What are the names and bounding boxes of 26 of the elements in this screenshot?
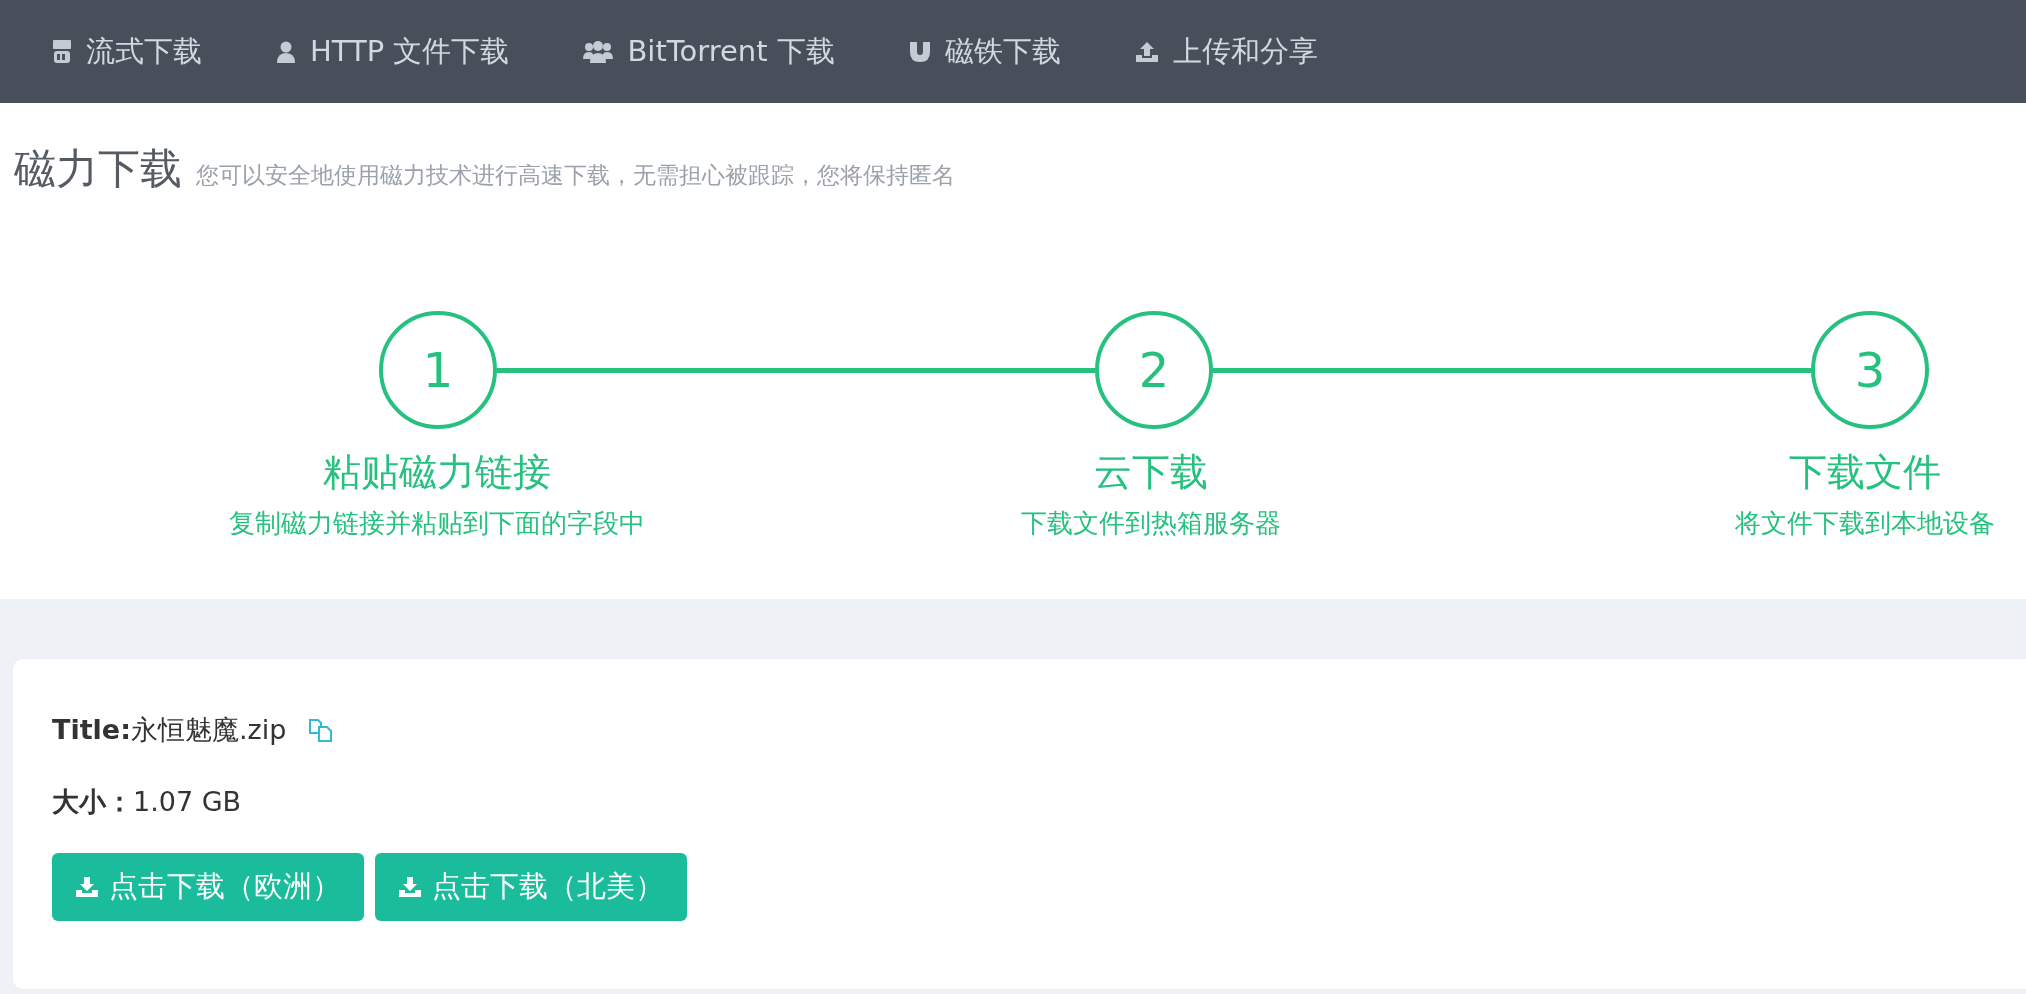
nav-link[interactable]: 磁铁下载 (908, 31, 1061, 72)
step-description: 下载文件到热箱服务器 (1021, 507, 1281, 540)
users-icon (583, 40, 614, 63)
copy-icon[interactable] (308, 718, 335, 742)
nav-link[interactable]: 上传和分享 (1134, 31, 1318, 72)
nav-link[interactable]: HTTP 文件下载 (276, 31, 510, 72)
step-title: 云下载 (1094, 449, 1208, 496)
magnet-icon (908, 40, 931, 63)
download-icon (398, 876, 422, 898)
step-description: 将文件下载到本地设备 (1735, 507, 1995, 540)
nav-link[interactable]: 流式下载 (52, 31, 202, 72)
video-logo-icon (52, 39, 72, 64)
page-title: 磁力下载 (14, 143, 182, 195)
download-icon (75, 876, 99, 898)
step-number-circle: 1 (379, 311, 497, 429)
step-title: 粘贴磁力链接 (323, 449, 551, 496)
upload-icon (1134, 40, 1159, 63)
page-subtitle: 您可以安全地使用磁力技术进行高速下载，无需担心被跟踪，您将保持匿名 (196, 161, 955, 190)
nav-link[interactable]: BitTorrent 下载 (583, 31, 835, 72)
file-title: Title:永恒魅魔.zip (52, 713, 287, 747)
step-description: 复制磁力链接并粘贴到下面的字段中 (229, 507, 645, 540)
file-size: 大小：1.07 GB (52, 785, 242, 819)
step-number-circle: 2 (1095, 311, 1213, 429)
step-number-circle: 3 (1811, 311, 1929, 429)
step-title: 下载文件 (1789, 449, 1941, 496)
user-icon (276, 40, 296, 63)
